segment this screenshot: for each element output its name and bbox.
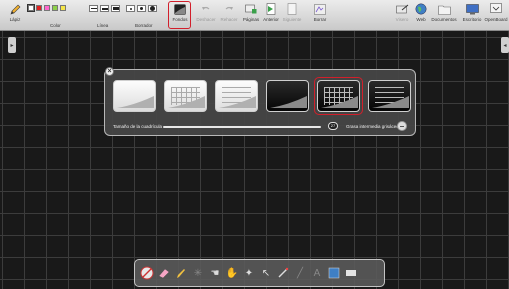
- grid-size-slider[interactable]: [163, 126, 321, 128]
- line-label: Línea: [97, 23, 109, 28]
- laser-pointer-icon[interactable]: ✳: [190, 263, 206, 283]
- close-icon[interactable]: ×: [105, 67, 114, 76]
- shape-icon[interactable]: [343, 263, 359, 283]
- stop-icon[interactable]: [139, 263, 155, 283]
- pointer-icon[interactable]: ↖: [258, 263, 274, 283]
- next-page-button[interactable]: Siguiente: [282, 2, 302, 30]
- line-width-group: [89, 5, 120, 12]
- color-swatch-yellow[interactable]: [60, 5, 66, 11]
- erase-page-button[interactable]: Borrar: [311, 2, 329, 30]
- documents-label: Documentos: [431, 17, 457, 22]
- color-swatch-red[interactable]: [36, 5, 42, 11]
- main-toolbar: Lápiz Color Línea Borrador Fondos Deshac…: [0, 0, 509, 31]
- magic-wand-icon[interactable]: ✦: [241, 263, 257, 283]
- line-icon[interactable]: ╱: [292, 263, 308, 283]
- color-label: Color: [50, 23, 61, 28]
- line-medium-button[interactable]: [100, 5, 109, 12]
- pencil-button[interactable]: Lápiz: [6, 2, 24, 30]
- chevron-left-icon: ◂: [503, 42, 507, 49]
- previous-page-icon: [264, 2, 278, 16]
- pencil-icon: [8, 2, 22, 16]
- background-light-lines[interactable]: [215, 80, 258, 112]
- openboard-button[interactable]: OpenBoard: [484, 2, 508, 30]
- color-swatches: [27, 4, 66, 12]
- folder-icon: [437, 2, 451, 16]
- eraser-large-button[interactable]: [148, 5, 157, 12]
- background-light-plain[interactable]: [113, 80, 156, 112]
- intermediate-lines-toggle[interactable]: [397, 121, 407, 131]
- desktop-label: Escritorio: [462, 17, 482, 22]
- previous-page-label: Anterior: [263, 17, 279, 22]
- eraser-medium-button[interactable]: [137, 5, 146, 12]
- visualizer-label: Visero: [395, 17, 409, 22]
- openboard-icon: [489, 2, 503, 16]
- visualizer-icon: [395, 2, 409, 16]
- line-thin-button[interactable]: [89, 5, 98, 12]
- undo-label: Deshacer: [196, 17, 216, 22]
- erase-page-label: Borrar: [313, 17, 327, 22]
- color-swatch-green[interactable]: [52, 5, 58, 11]
- grid-size-label: Tamaño de la cuadrícula: [113, 124, 163, 129]
- undo-button[interactable]: Deshacer: [196, 2, 216, 30]
- web-label: Web: [416, 17, 426, 22]
- intermediate-lines-label: Grasa intermedia grisáceo: [346, 124, 399, 129]
- grid-size-value[interactable]: 27: [328, 122, 338, 130]
- pages-icon: [244, 2, 258, 16]
- desktop-button[interactable]: Escritorio: [461, 2, 483, 30]
- tool-dock: ✳ ☚ ✋ ✦ ↖ ╱ A: [134, 259, 385, 287]
- background-icon: [173, 2, 187, 16]
- openboard-label: OpenBoard: [484, 17, 508, 22]
- hand-icon[interactable]: ☚: [207, 263, 223, 283]
- background-light-grid[interactable]: [164, 80, 207, 112]
- line-thick-button[interactable]: [111, 5, 120, 12]
- erase-page-icon: [313, 2, 327, 16]
- hand-grab-icon[interactable]: ✋: [224, 263, 240, 283]
- background-palette: × Tamaño de la cuadrícula 27 Grasa inter…: [104, 67, 416, 136]
- redo-icon: [222, 2, 236, 16]
- background-dark-plain[interactable]: [266, 80, 309, 112]
- eraser-label: Borrador: [135, 23, 153, 28]
- text-icon[interactable]: A: [309, 263, 325, 283]
- next-page-icon: [285, 2, 299, 16]
- redo-label: Rehacer: [220, 17, 238, 22]
- backgrounds-label: Fondos: [172, 17, 188, 22]
- documents-button[interactable]: Documentos: [430, 2, 458, 30]
- redo-button[interactable]: Rehacer: [219, 2, 239, 30]
- eraser-small-button[interactable]: [126, 5, 135, 12]
- pen-icon[interactable]: [173, 263, 189, 283]
- right-sidebar-toggle[interactable]: ◂: [501, 37, 509, 53]
- next-page-label: Siguiente: [282, 17, 302, 22]
- eraser-size-group: [126, 5, 157, 12]
- color-swatch-white[interactable]: [27, 4, 35, 12]
- pencil-label: Lápiz: [9, 17, 21, 22]
- desktop-icon: [465, 2, 479, 16]
- backgrounds-button[interactable]: Fondos: [170, 2, 190, 30]
- pages-label: Páginas: [242, 17, 260, 22]
- color-swatch-pink[interactable]: [44, 5, 50, 11]
- globe-icon: [414, 2, 428, 16]
- capture-icon[interactable]: [326, 263, 342, 283]
- marker-icon[interactable]: [275, 263, 291, 283]
- pages-button[interactable]: Páginas: [242, 2, 260, 30]
- eraser-icon[interactable]: [156, 263, 172, 283]
- chevron-right-icon: ▸: [10, 42, 14, 49]
- visualizer-button[interactable]: Visero: [393, 2, 411, 30]
- previous-page-button[interactable]: Anterior: [262, 2, 280, 30]
- background-dark-grid[interactable]: [317, 80, 360, 112]
- undo-icon: [199, 2, 213, 16]
- background-dark-lines[interactable]: [368, 80, 411, 112]
- web-button[interactable]: Web: [413, 2, 429, 30]
- left-sidebar-toggle[interactable]: ▸: [8, 37, 16, 53]
